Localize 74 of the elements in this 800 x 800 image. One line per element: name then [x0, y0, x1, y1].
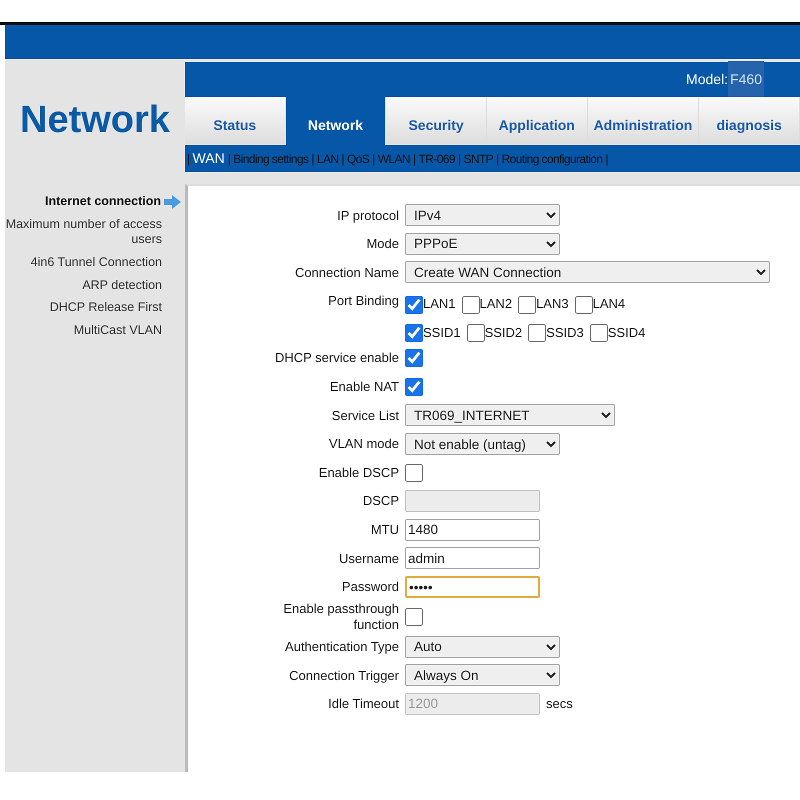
field-label: Enable DSCP [318, 464, 400, 480]
dropdown[interactable]: Create WAN Connection [405, 261, 770, 284]
nav-tab[interactable]: Network [286, 97, 386, 145]
checkbox-label: SSID2 [484, 324, 522, 342]
field-label: Authentication Type [284, 639, 400, 655]
field-label: Username [338, 550, 400, 566]
checkbox[interactable] [405, 464, 423, 482]
subnav-link[interactable]: WAN [192, 148, 225, 169]
separator: | [605, 150, 608, 168]
dropdown[interactable]: IPv4 [405, 204, 560, 226]
sidebar-item[interactable]: Internet connection [5, 194, 185, 210]
nav-tab[interactable]: Administration [588, 97, 700, 145]
field-label: Port Binding [327, 293, 400, 309]
sidebar-item[interactable]: ARP detection [5, 278, 185, 294]
arrow-icon [164, 194, 181, 209]
field-label: VLAN mode [328, 436, 400, 452]
sidebar-item[interactable]: Maximum number of access users [5, 216, 185, 248]
sidebar-item[interactable]: 4in6 Tunnel Connection [5, 254, 185, 270]
field-label: Service List [330, 408, 400, 424]
separator: | [496, 150, 499, 168]
separator: | [372, 150, 375, 168]
checkbox-label: SSID4 [608, 324, 646, 342]
checkbox-label: SSID3 [546, 324, 584, 342]
field-label: Password [340, 579, 400, 595]
field-label: Enable NAT [328, 379, 400, 395]
unit-label: secs [546, 695, 573, 714]
checkbox-label: LAN1 [423, 295, 456, 314]
nav-tab[interactable]: Status [185, 97, 286, 145]
field-label: IP protocol [336, 208, 400, 224]
checkbox[interactable] [574, 296, 593, 314]
separator: | [311, 150, 314, 168]
nav-tab[interactable]: Application [486, 97, 588, 145]
checkbox-label: LAN3 [536, 295, 569, 314]
sidebar-item[interactable]: MultiCast VLAN [5, 322, 185, 338]
separator: | [228, 150, 230, 168]
checkbox[interactable] [405, 608, 423, 626]
separator: | [187, 150, 190, 168]
dropdown[interactable]: Auto [405, 636, 560, 658]
input-field[interactable]: admin [405, 547, 540, 570]
checkbox[interactable] [405, 324, 423, 342]
checkbox-label: LAN4 [592, 295, 626, 314]
checkbox[interactable] [528, 324, 546, 342]
dropdown[interactable]: PPPoE [405, 232, 560, 255]
dropdown[interactable]: Always On [405, 664, 560, 686]
checkbox[interactable] [518, 296, 536, 314]
checkbox[interactable] [462, 296, 480, 314]
field-label: DSCP [362, 493, 400, 510]
field-label: DHCP service enable [274, 350, 400, 366]
dropdown[interactable]: TR069_INTERNET [405, 404, 615, 426]
sidebar-item[interactable]: DHCP Release First [5, 300, 185, 316]
input-field[interactable]: 1480 [405, 518, 540, 541]
field-label: MTU [370, 522, 400, 538]
dropdown[interactable]: Not enable (untag) [405, 433, 560, 456]
nav-tab[interactable]: Security [386, 97, 487, 145]
field-label: Idle Timeout [327, 696, 400, 712]
page-title: Network [20, 98, 170, 143]
field-label: Connection Name [294, 264, 400, 280]
checkbox-label: LAN2 [480, 295, 512, 314]
separator: | [341, 150, 344, 168]
password-field[interactable]: ••••• [405, 576, 540, 598]
checkbox[interactable] [405, 378, 423, 396]
field-label: Enable passthrough function [282, 601, 400, 632]
checkbox[interactable] [405, 349, 423, 368]
field-label: Mode [365, 236, 400, 252]
nav-tab[interactable]: diagnosis [699, 97, 800, 145]
model-value: F460 [728, 61, 764, 98]
model-label: Model: [686, 70, 728, 89]
separator: | [412, 150, 416, 168]
field-label: Connection Trigger [288, 668, 400, 684]
separator: | [458, 150, 460, 168]
checkbox[interactable] [466, 324, 485, 342]
checkbox-label: SSID1 [423, 324, 461, 342]
checkbox[interactable] [405, 296, 423, 314]
checkbox[interactable] [590, 324, 608, 342]
